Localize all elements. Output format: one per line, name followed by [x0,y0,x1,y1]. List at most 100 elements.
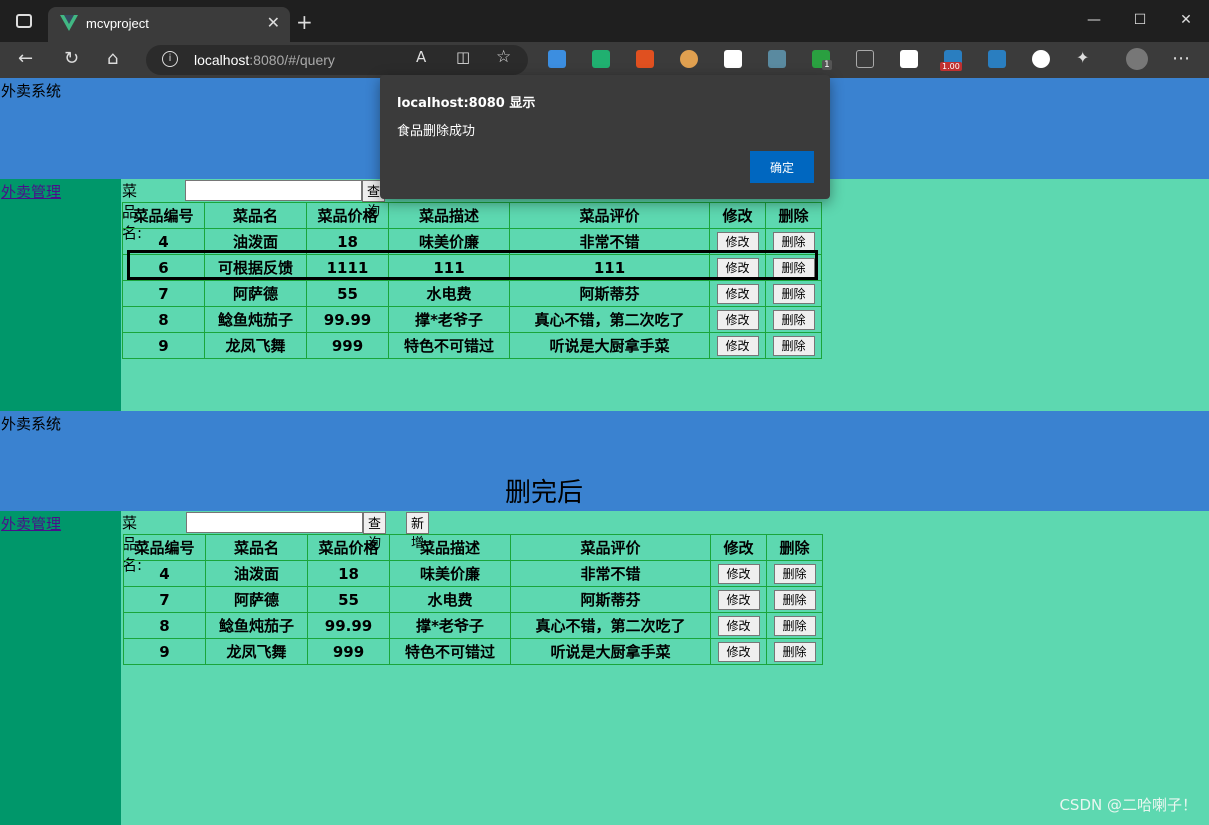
refresh-icon[interactable]: ↻ [64,48,79,69]
extensions-icon[interactable]: ✦ [1076,48,1089,67]
new-tab-icon[interactable]: + [296,10,313,34]
table-cell: 18 [307,560,390,587]
edit-button[interactable]: 修改 [717,641,760,662]
table-body: 4 油泼面 18 味美价廉 非常不错 修改 删除 6 可根据反馈 1111 111 111 修改 删除 7 阿… [122,228,822,359]
more-menu-icon[interactable]: ⋯ [1172,48,1190,69]
glasses-extension-icon[interactable] [724,50,742,68]
delete-button[interactable]: 删除 [773,615,816,636]
delete-button[interactable]: 删除 [772,231,815,252]
brain-extension-icon[interactable] [1032,50,1050,68]
table-cell: 撑*老爷子 [389,612,511,639]
badge-count: 1 [822,60,832,70]
action-cell: 删除 [766,638,823,665]
doc-extension-icon[interactable] [768,50,786,68]
delete-button[interactable]: 删除 [773,589,816,610]
edit-button[interactable]: 修改 [716,309,759,330]
split-screen-icon[interactable]: ◫ [456,48,470,66]
sidebar-toggle-icon[interactable] [16,14,32,28]
edit-button[interactable]: 修改 [717,589,760,610]
column-header: 菜品价格 [307,534,390,561]
search-input[interactable] [185,180,362,201]
page-header-bottom: 外卖系统 [0,411,1209,511]
table-cell: 8 [123,612,206,639]
left-nav-top: 外卖管理 [0,179,121,411]
favorite-icon[interactable]: ☆ [496,47,511,67]
action-cell: 删除 [765,306,822,333]
action-cell: 删除 [766,586,823,613]
deleted-row-highlight [127,250,818,280]
add-button[interactable]: 新增 [406,512,430,551]
close-window-icon[interactable]: ✕ [1163,0,1209,40]
stack-extension-icon[interactable] [988,50,1006,68]
address-bar[interactable]: i localhost:8080/#/query A ◫ ☆ [146,45,528,75]
food-table-before: 菜品编号 菜品名 菜品价格 菜品描述 菜品评价 修改 删除 4 油泼面 18 味美价廉 非常不错 修改… [122,202,822,359]
tab-bar: mcvproject ✕ + — ☐ ✕ [0,0,1209,42]
table-cell: 听说是大厨拿手菜 [510,638,711,665]
table-cell: 撑*老爷子 [388,306,510,333]
table-cell: 特色不可错过 [389,638,511,665]
column-header: 菜品名 [205,534,308,561]
nav-link-management[interactable]: 外卖管理 [1,513,61,534]
info-icon[interactable]: i [162,51,178,67]
edit-button[interactable]: 修改 [717,563,760,584]
avatar[interactable] [1126,48,1148,70]
read-aloud-icon[interactable]: A [416,48,426,66]
table-row: 8 鲶鱼炖茄子 99.99 撑*老爷子 真心不错，第二次吃了 修改 删除 [123,612,823,639]
edit-button[interactable]: 修改 [717,615,760,636]
collections-icon[interactable] [856,50,874,68]
sync-extension-icon[interactable] [592,50,610,68]
table-cell: 听说是大厨拿手菜 [509,332,710,359]
action-cell: 修改 [710,560,767,587]
delete-button[interactable]: 删除 [773,641,816,662]
shield-extension-icon[interactable]: 1 [812,50,832,70]
site-title: 外卖系统 [1,82,62,100]
table-cell: 9 [123,638,206,665]
table-cell: 4 [123,560,206,587]
table-cell: 阿斯蒂芬 [510,586,711,613]
table-row: 9 龙凤飞舞 999 特色不可错过 听说是大厨拿手菜 修改 删除 [122,332,822,359]
tab-active[interactable]: mcvproject ✕ [48,7,290,42]
action-cell: 删除 [766,612,823,639]
edit-button[interactable]: 修改 [716,283,759,304]
table-row: 8 鲶鱼炖茄子 99.99 撑*老爷子 真心不错，第二次吃了 修改 删除 [122,306,822,333]
url-text: localhost:8080/#/query [194,52,335,68]
nav-link-management[interactable]: 外卖管理 [1,181,61,202]
query-button[interactable]: 查询 [363,512,387,551]
action-cell: 删除 [765,280,822,307]
table-cell: 油泼面 [205,560,308,587]
home-icon[interactable]: ⌂ [107,48,118,69]
edit-button[interactable]: 修改 [716,231,759,252]
site-title: 外卖系统 [1,415,62,433]
action-cell: 修改 [709,332,766,359]
dialog-title: localhost:8080 显示 [397,96,536,111]
table-body: 4 油泼面 18 味美价廉 非常不错 修改 删除 7 阿萨德 55 水电费 阿斯蒂芬 修改 删除 8 鲶鱼炖茄… [123,560,823,665]
dialog-ok-button[interactable]: 确定 [750,151,814,183]
table-row: 7 阿萨德 55 水电费 阿斯蒂芬 修改 删除 [122,280,822,307]
table-cell: 真心不错，第二次吃了 [510,612,711,639]
close-tab-icon[interactable]: ✕ [267,13,280,32]
capsule-extension-icon[interactable] [680,50,698,68]
column-header: 菜品描述 [389,534,511,561]
price-extension-icon[interactable]: 1.00 [940,50,962,71]
table-cell: 9 [122,332,205,359]
action-cell: 修改 [710,586,767,613]
food-table-after: 菜品编号 菜品名 菜品价格 菜品描述 菜品评价 修改 删除 4 油泼面 18 味美价廉 非常不错 修改… [123,534,823,665]
table-cell: 鲶鱼炖茄子 [204,306,307,333]
image-extension-icon[interactable] [548,50,566,68]
delete-button[interactable]: 删除 [772,335,815,356]
back-icon[interactable]: ← [18,48,33,69]
letter-extension-icon[interactable] [900,50,918,68]
minimize-icon[interactable]: — [1071,0,1117,40]
alert-dialog: localhost:8080 显示 食品删除成功 确定 [380,75,830,199]
left-nav-bottom: 外卖管理 [0,511,121,825]
column-header: 菜品价格 [306,202,389,229]
maximize-icon[interactable]: ☐ [1117,0,1163,40]
delete-button[interactable]: 删除 [773,563,816,584]
discount-extension-icon[interactable] [636,50,654,68]
search-input[interactable] [186,512,363,533]
column-header: 菜品编号 [122,202,205,229]
edit-button[interactable]: 修改 [716,335,759,356]
delete-button[interactable]: 删除 [772,309,815,330]
table-cell: 水电费 [389,586,511,613]
delete-button[interactable]: 删除 [772,283,815,304]
